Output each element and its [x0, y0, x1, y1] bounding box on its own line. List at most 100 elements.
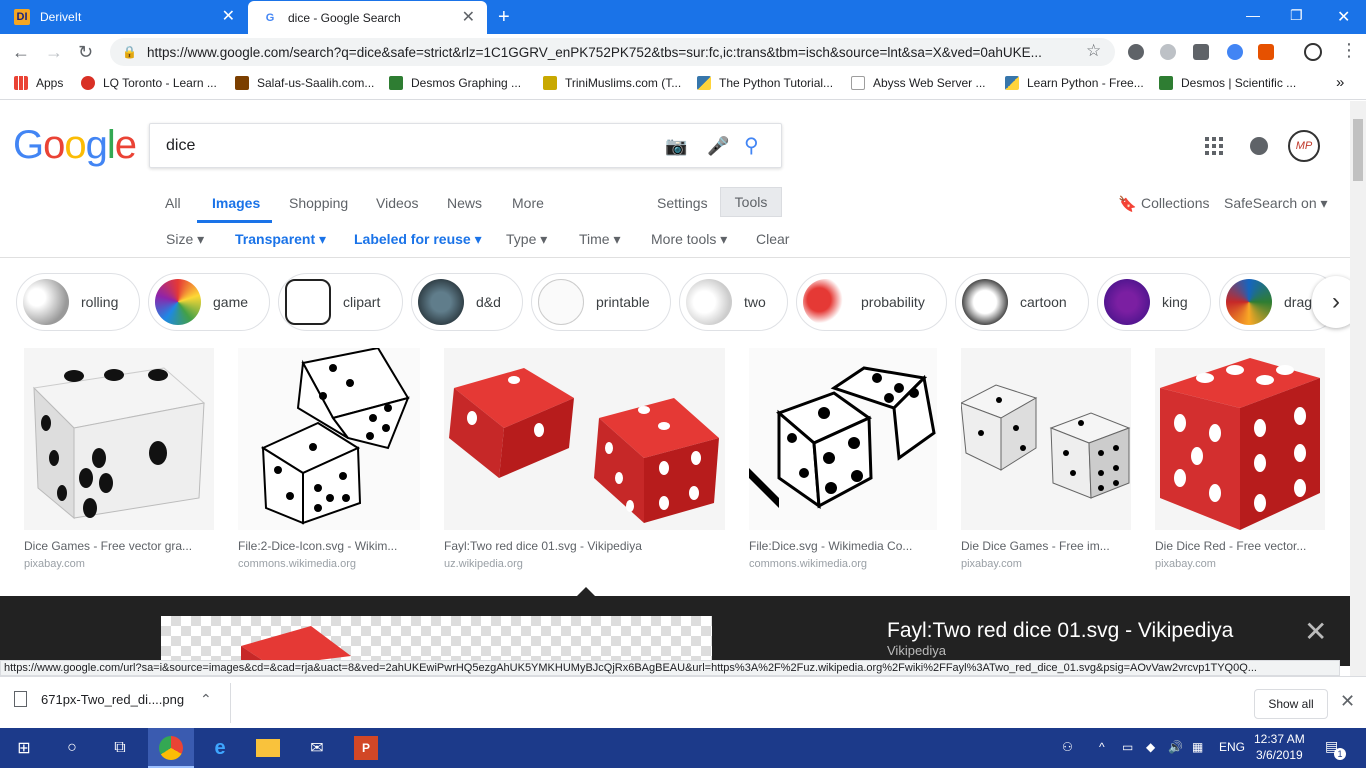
search-icon[interactable]: ⚲ — [744, 133, 759, 158]
volume-icon[interactable]: 🔊 — [1168, 740, 1183, 754]
result-title[interactable]: Die Dice Red - Free vector... — [1155, 539, 1306, 553]
clock[interactable]: 12:37 AM 3/6/2019 — [1254, 731, 1305, 763]
result-image[interactable] — [24, 348, 214, 530]
chip-cartoon[interactable]: cartoon — [955, 273, 1089, 331]
close-downloads-icon[interactable]: ✕ — [1340, 691, 1355, 712]
result-image[interactable] — [444, 348, 725, 530]
collections-link[interactable]: Collections — [1141, 195, 1209, 211]
tab-images[interactable]: Images — [212, 195, 260, 211]
color-filter[interactable]: Transparent ▾ — [235, 231, 326, 248]
account-avatar[interactable]: MP — [1288, 130, 1320, 162]
refresh-extension-icon[interactable] — [1227, 44, 1243, 60]
bookmark-lq-toronto[interactable]: LQ Toronto - Learn ... — [81, 76, 217, 90]
back-icon[interactable]: ← — [12, 42, 30, 63]
show-all-button[interactable]: Show all — [1254, 689, 1328, 719]
tab-shopping[interactable]: Shopping — [289, 195, 348, 211]
file-explorer-icon[interactable] — [256, 739, 280, 757]
dropbox-icon[interactable]: ◆ — [1146, 740, 1155, 754]
reload-icon[interactable]: ↻ — [78, 42, 93, 63]
profile-avatar[interactable] — [1304, 43, 1322, 61]
preview-close-icon[interactable]: ✕ — [1304, 615, 1327, 648]
bookmark-learn-python[interactable]: Learn Python - Free... — [1005, 76, 1144, 90]
camera-icon[interactable]: 📷 — [665, 136, 687, 157]
chip-dnd[interactable]: d&d — [411, 273, 523, 331]
usage-rights-filter[interactable]: Labeled for reuse ▾ — [354, 231, 482, 248]
forward-icon[interactable]: → — [45, 42, 63, 63]
chip-probability[interactable]: probability — [796, 273, 947, 331]
google-logo[interactable]: Google — [13, 123, 137, 168]
search-circle-icon[interactable]: ○ — [60, 736, 84, 760]
time-filter[interactable]: Time ▾ — [579, 231, 621, 248]
collections-icon[interactable]: 🔖 — [1118, 195, 1137, 213]
powerpoint-icon[interactable]: P — [354, 736, 378, 760]
bookmarks-overflow-icon[interactable]: » — [1336, 74, 1344, 91]
result-image[interactable] — [749, 348, 937, 530]
scrollbar-thumb[interactable] — [1353, 119, 1363, 181]
shield-extension-icon[interactable] — [1128, 44, 1144, 60]
menu-icon[interactable]: ⋮ — [1340, 40, 1358, 61]
bookmark-star-icon[interactable]: ☆ — [1086, 41, 1101, 61]
windows-start-icon[interactable]: ⊞ — [12, 736, 36, 760]
battery-icon[interactable]: ▭ — [1122, 740, 1133, 754]
result-title[interactable]: Fayl:Two red dice 01.svg - Vikipediya — [444, 539, 642, 553]
chip-rolling[interactable]: rolling — [16, 273, 140, 331]
h-extension-icon[interactable] — [1193, 44, 1209, 60]
address-bar[interactable]: 🔒 https://www.google.com/search?q=dice&s… — [110, 38, 1115, 66]
preview-title[interactable]: Fayl:Two red dice 01.svg - Vikipediya — [887, 619, 1233, 643]
bookmark-python-tutorial[interactable]: The Python Tutorial... — [697, 76, 833, 90]
chip-king[interactable]: king — [1097, 273, 1211, 331]
bookmark-desmos-scientific[interactable]: Desmos | Scientific ... — [1159, 76, 1296, 90]
preview-image[interactable] — [161, 616, 712, 666]
download-item[interactable]: 671px-Two_red_di....png — [14, 691, 184, 707]
chrome-icon[interactable] — [159, 736, 183, 760]
tab-all[interactable]: All — [165, 195, 181, 211]
people-icon[interactable]: ⚇ — [1062, 740, 1073, 754]
search-input[interactable]: dice 📷 🎤 ⚲ — [149, 123, 782, 168]
mail-icon[interactable]: ✉ — [305, 736, 329, 760]
network-icon[interactable]: ▦ — [1192, 740, 1203, 754]
tab-videos[interactable]: Videos — [376, 195, 419, 211]
tab-deriveit[interactable]: DI DeriveIt ✕ — [0, 0, 247, 34]
bookmark-apps[interactable]: Apps — [14, 76, 63, 90]
clear-filters-link[interactable]: Clear — [756, 231, 789, 247]
window-close-icon[interactable]: ✕ — [1337, 7, 1350, 27]
chevron-up-icon[interactable]: ⌃ — [200, 691, 212, 708]
tab-news[interactable]: News — [447, 195, 482, 211]
bookmark-desmos-graphing[interactable]: Desmos Graphing ... — [389, 76, 521, 90]
edge-icon[interactable]: e — [208, 736, 232, 760]
tab-google-search[interactable]: G dice - Google Search ✕ — [248, 1, 487, 34]
tray-chevron-icon[interactable]: ^ — [1099, 740, 1105, 754]
tab-more[interactable]: More — [512, 195, 544, 211]
close-tab-icon[interactable]: ✕ — [222, 9, 235, 25]
chip-game[interactable]: game — [148, 273, 270, 331]
bookmark-abyss[interactable]: Abyss Web Server ... — [851, 76, 985, 90]
page-scrollbar[interactable] — [1350, 101, 1366, 676]
preview-site[interactable]: Vikipediya — [887, 643, 946, 658]
settings-link[interactable]: Settings — [657, 195, 708, 211]
language-indicator[interactable]: ENG — [1219, 740, 1245, 754]
tools-button[interactable]: Tools — [720, 187, 782, 217]
more-tools-filter[interactable]: More tools ▾ — [651, 231, 727, 248]
notifications-icon[interactable] — [1250, 137, 1268, 155]
skype-extension-icon[interactable] — [1160, 44, 1176, 60]
size-filter[interactable]: Size ▾ — [166, 231, 204, 248]
result-image[interactable] — [1155, 348, 1325, 530]
new-tab-icon[interactable]: + — [498, 6, 510, 29]
result-image[interactable] — [238, 348, 420, 530]
maximize-icon[interactable]: ❐ — [1290, 7, 1303, 24]
orange-extension-icon[interactable] — [1258, 44, 1274, 60]
bookmark-trinimuslims[interactable]: TriniMuslims.com (T... — [543, 76, 681, 90]
bookmark-salaf[interactable]: Salaf-us-Saalih.com... — [235, 76, 374, 90]
chip-two[interactable]: two — [679, 273, 788, 331]
task-view-icon[interactable]: ⧉ — [108, 736, 132, 760]
result-title[interactable]: File:Dice.svg - Wikimedia Co... — [749, 539, 912, 553]
result-title[interactable]: Dice Games - Free vector gra... — [24, 539, 192, 553]
chip-clipart[interactable]: clipart — [278, 273, 403, 331]
type-filter[interactable]: Type ▾ — [506, 231, 547, 248]
google-apps-icon[interactable] — [1205, 137, 1223, 155]
result-title[interactable]: Die Dice Games - Free im... — [961, 539, 1110, 553]
minimize-icon[interactable]: — — [1246, 7, 1260, 23]
result-image[interactable] — [961, 348, 1131, 530]
close-tab-icon[interactable]: ✕ — [462, 9, 475, 26]
safesearch-dropdown[interactable]: SafeSearch on ▾ — [1224, 195, 1328, 212]
